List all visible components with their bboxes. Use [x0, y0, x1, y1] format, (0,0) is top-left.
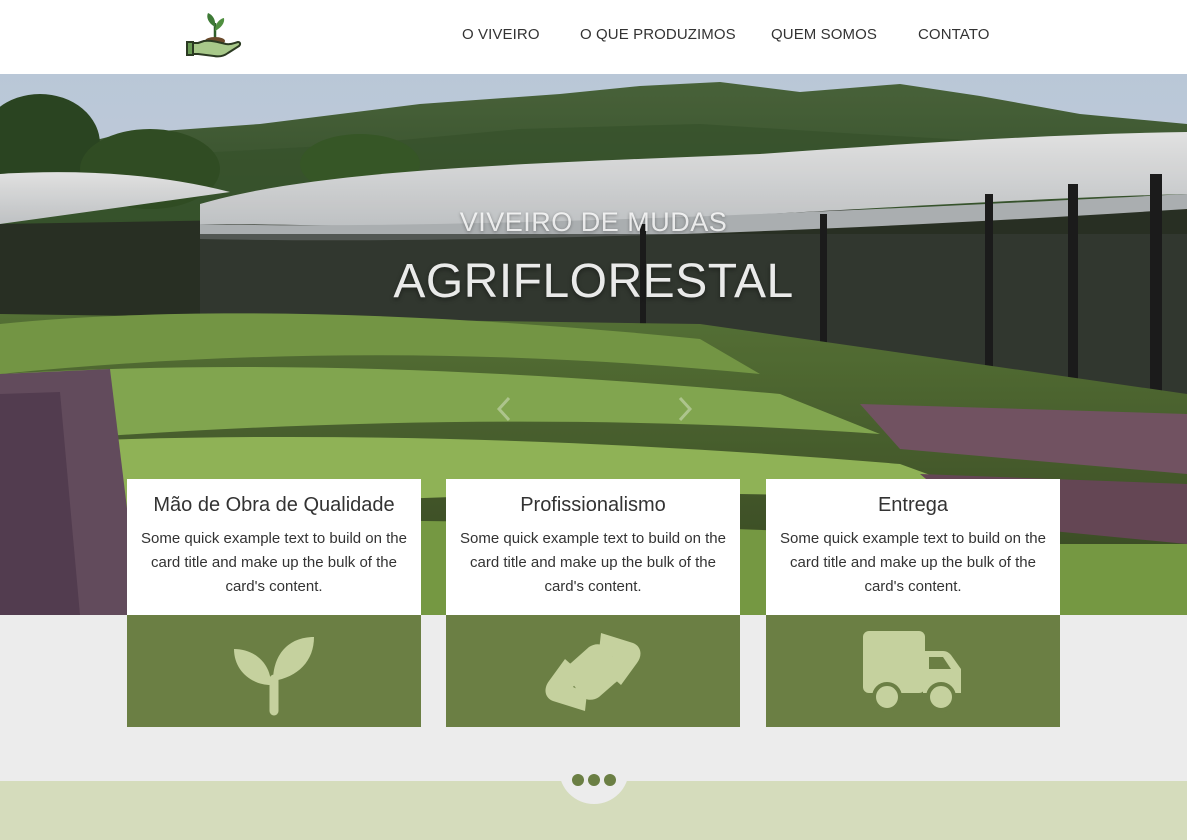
card-text: Some quick example text to build on the … [780, 530, 1046, 595]
nav-item-o-que-produzimos[interactable]: O QUE PRODUZIMOS [580, 26, 736, 43]
handshake-icon [545, 633, 641, 711]
seedling-icon [234, 637, 314, 716]
feature-card: Entrega Some quick example text to build… [766, 479, 1060, 727]
truck-icon [863, 631, 961, 712]
feature-card: Mão de Obra de Qualidade Some quick exam… [127, 479, 421, 727]
ellipsis-icon [604, 774, 616, 786]
card-body: Entrega Some quick example text to build… [766, 479, 1060, 615]
ellipsis-icon [572, 774, 584, 786]
card-body: Mão de Obra de Qualidade Some quick exam… [127, 479, 421, 615]
logo[interactable] [186, 9, 244, 61]
card-body: Profissionalismo Some quick example text… [446, 479, 740, 615]
carousel-next-button[interactable] [672, 394, 696, 424]
ellipsis-icon [588, 774, 600, 786]
hand-sprout-icon [186, 13, 242, 58]
card-title: Mão de Obra de Qualidade [153, 494, 395, 516]
card-icon-panel [446, 615, 740, 727]
nav-item-quem-somos[interactable]: QUEM SOMOS [771, 26, 877, 43]
hero-title: AGRIFLORESTAL [393, 255, 794, 308]
chevron-left-icon [496, 396, 511, 422]
carousel-prev-button[interactable] [493, 394, 517, 424]
card-text: Some quick example text to build on the … [460, 530, 726, 595]
feature-card: Profissionalismo Some quick example text… [446, 479, 740, 727]
hero-subtitle: VIVEIRO DE MUDAS [459, 207, 728, 237]
nav-item-o-viveiro[interactable]: O VIVEIRO [462, 26, 540, 43]
card-title: Entrega [877, 494, 949, 516]
card-icon-panel [127, 615, 421, 727]
card-title: Profissionalismo [520, 494, 666, 516]
nav-item-contato[interactable]: CONTATO [918, 26, 990, 43]
chevron-right-icon [678, 396, 693, 422]
card-icon-panel [766, 615, 1060, 727]
navbar: O VIVEIRO O QUE PRODUZIMOS QUEM SOMOS CO… [0, 0, 1187, 74]
card-text: Some quick example text to build on the … [141, 530, 407, 595]
